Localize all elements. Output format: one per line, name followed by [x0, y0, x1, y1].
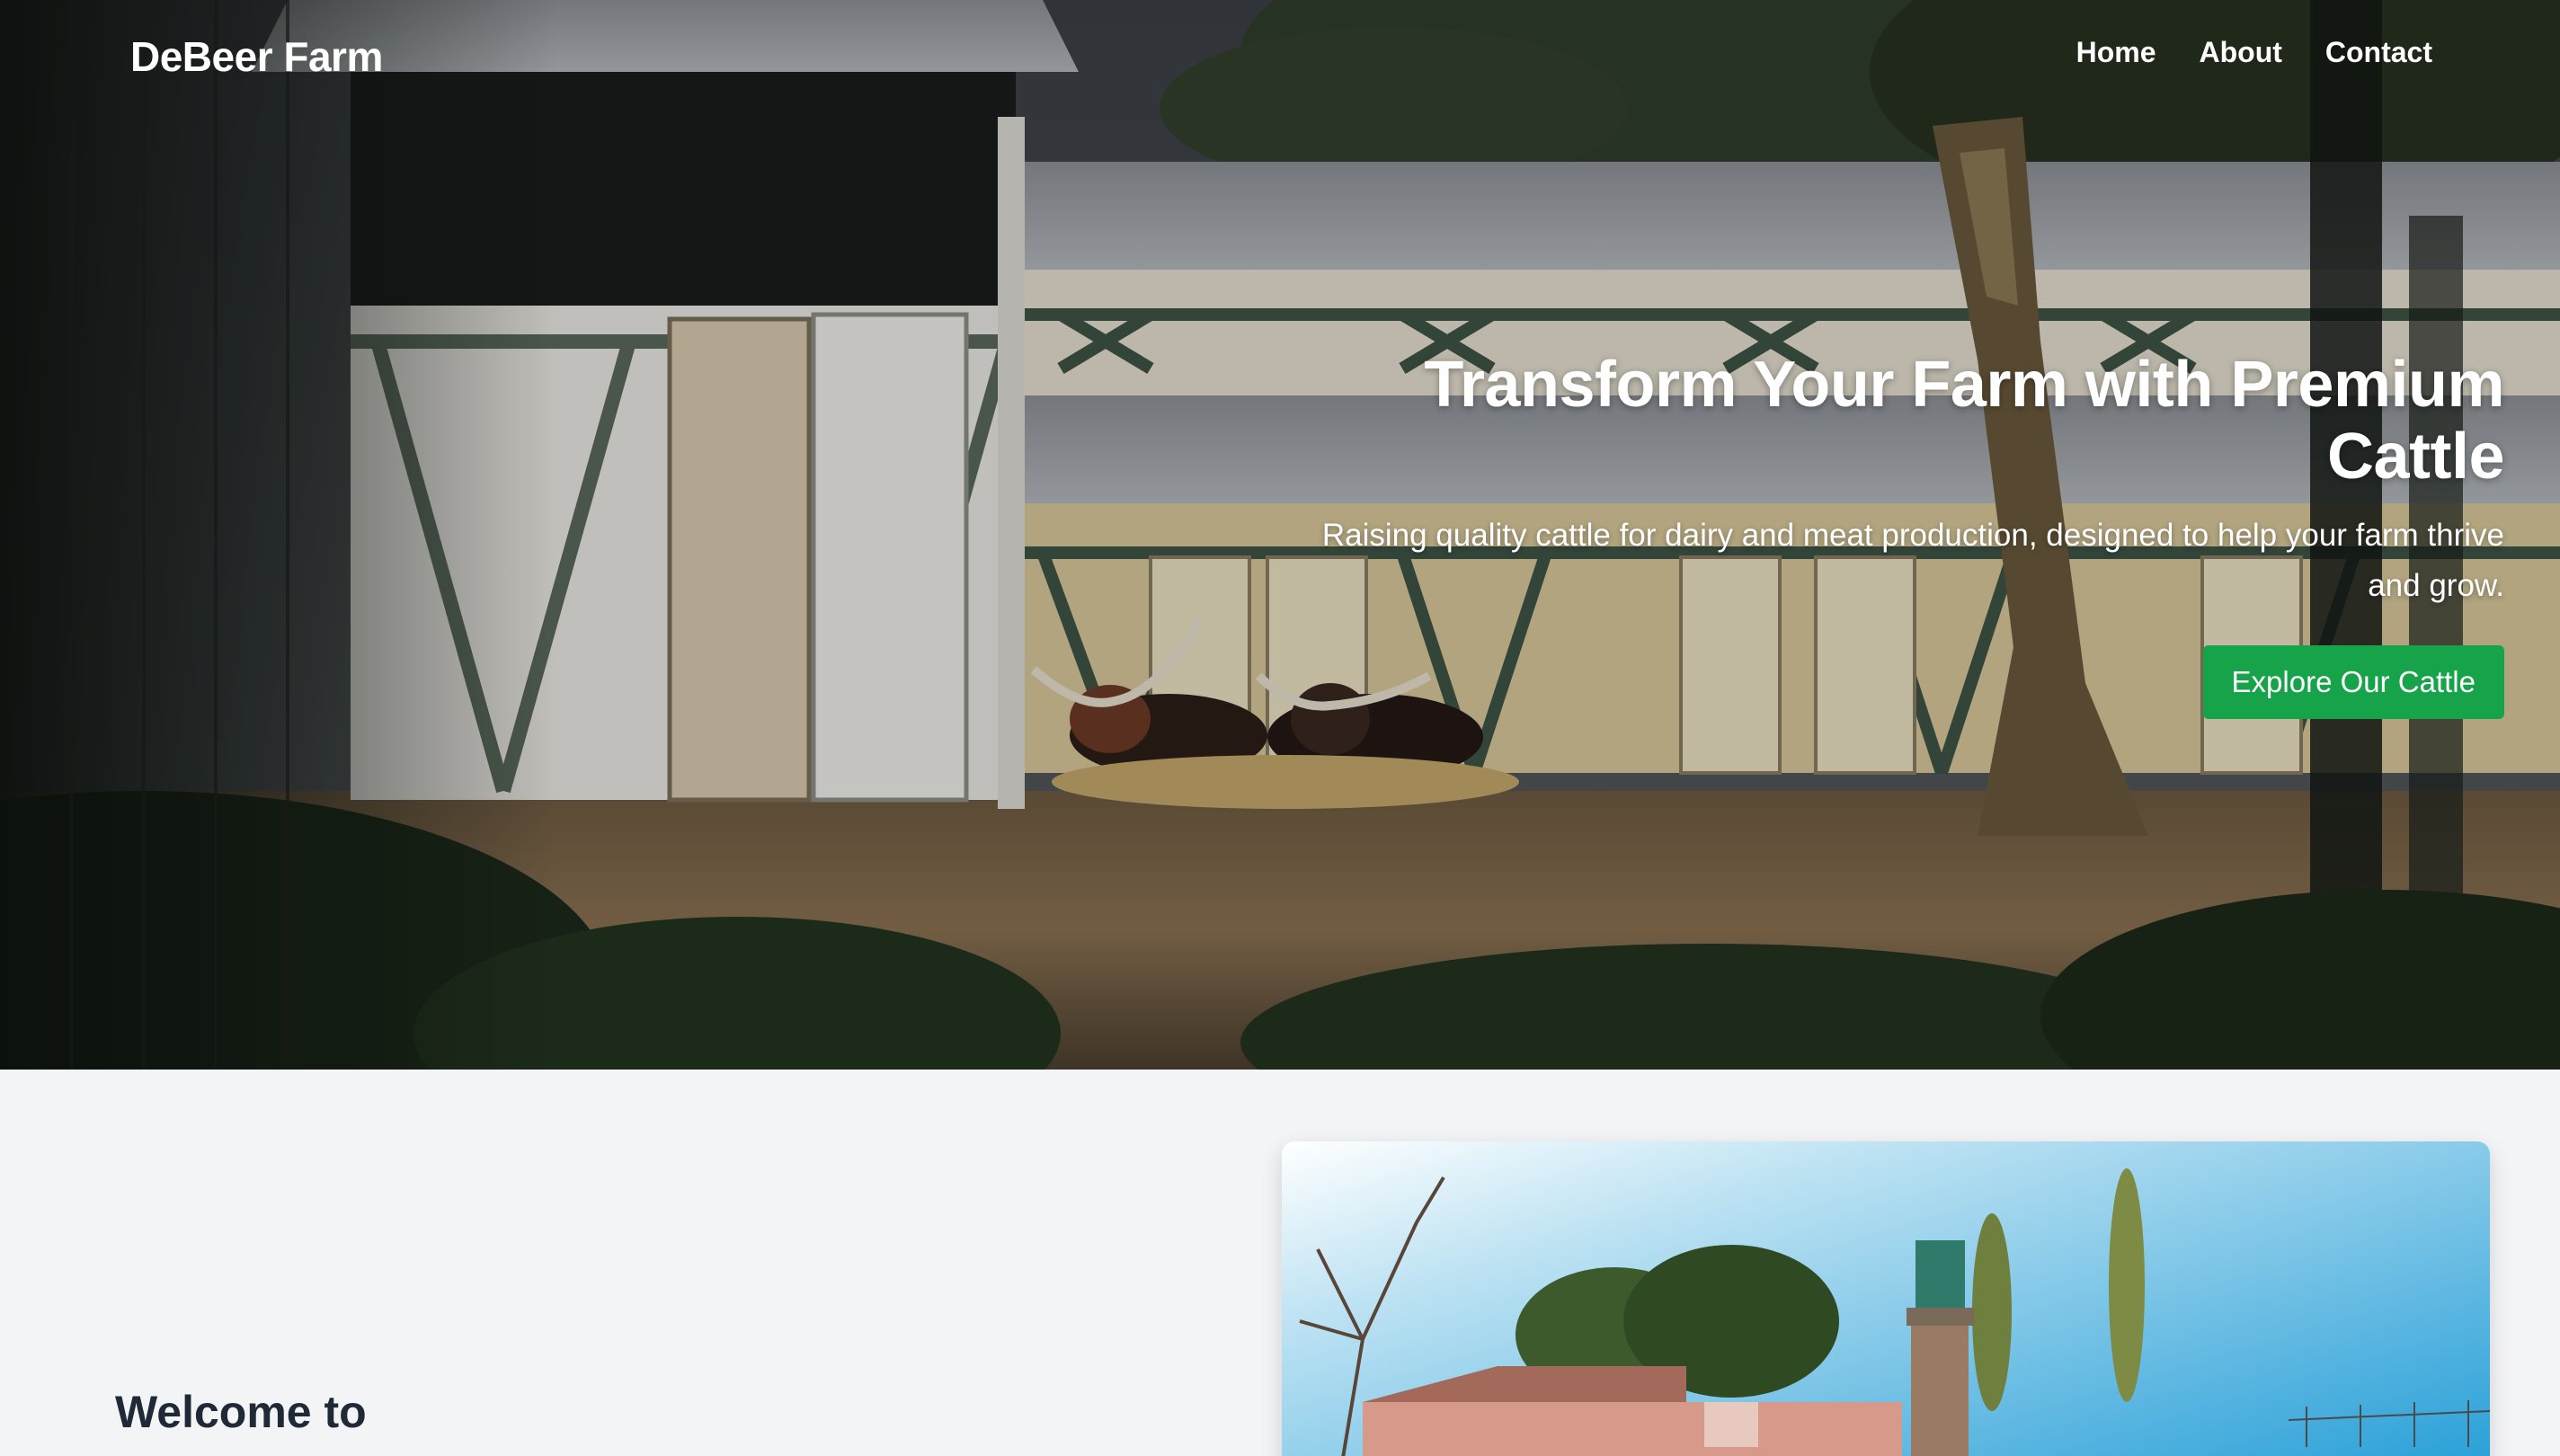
hero-content: Transform Your Farm with Premium Cattle …	[1318, 349, 2505, 719]
about-section: Welcome to	[0, 1070, 2560, 1456]
explore-cattle-button[interactable]: Explore Our Cattle	[2202, 645, 2504, 719]
welcome-heading: Welcome to	[115, 1387, 367, 1437]
brand-logo-text[interactable]: DeBeer Farm	[130, 32, 383, 81]
farm-landscape-image	[1282, 1141, 2490, 1456]
hero-subtitle: Raising quality cattle for dairy and mea…	[1321, 518, 2504, 603]
hero-section: DeBeer Farm Home About Contact Transform…	[0, 0, 2560, 1070]
nav-link-about[interactable]: About	[2199, 36, 2281, 69]
hero-title: Transform Your Farm with Premium Cattle	[1424, 349, 2504, 493]
nav-link-contact[interactable]: Contact	[2325, 36, 2432, 69]
top-navigation: DeBeer Farm Home About Contact	[0, 0, 2560, 111]
farm-landscape-graphic	[1282, 1141, 2490, 1456]
nav-link-home[interactable]: Home	[2076, 36, 2156, 69]
nav-links: Home About Contact	[2076, 36, 2432, 69]
